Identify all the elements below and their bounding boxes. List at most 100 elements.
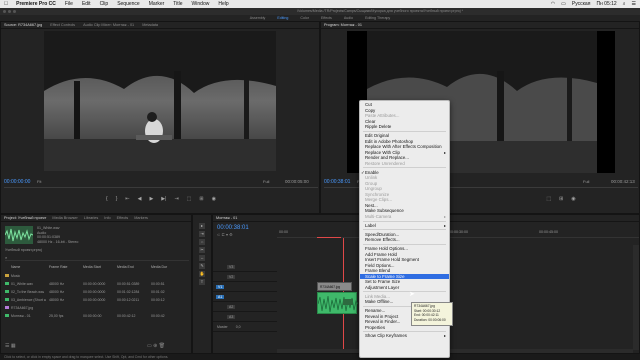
pen-tool-icon[interactable]: ✎ [199,263,205,269]
extract-icon[interactable]: ⊞ [559,196,563,202]
timeline-timecode[interactable]: 00:00:38:01 [217,225,249,231]
source-scrubber[interactable] [4,187,318,188]
program-timecode[interactable]: 00:00:38:01 [324,179,350,185]
project-row[interactable]: 01_White.wav 48000 Hz 00:00:00:0000 00:00:5… [3,280,191,288]
menu-title[interactable]: Title [173,1,182,7]
menu-sequence[interactable]: Sequence [117,1,140,7]
menu-file[interactable]: File [65,1,73,7]
battery-icon[interactable]: ▭ [561,1,566,7]
mark-in-icon[interactable]: { [106,196,108,202]
track-header-v2[interactable]: V2 [213,272,277,282]
track-header-a2[interactable]: A2 [213,302,277,312]
clock[interactable]: Пн 05:12 [596,1,616,7]
overwrite-icon[interactable]: ⊞ [199,196,203,202]
menu-item-label: Reveal in Project [365,313,399,319]
tab-info[interactable]: Info [104,215,110,221]
track-header-a1[interactable]: A1 [213,292,277,302]
linked-icon[interactable]: ⊏ [221,232,224,237]
mark-out-icon[interactable]: } [116,196,118,202]
apple-icon[interactable]:  [4,1,8,7]
program-zoom-select[interactable]: Full [583,179,589,184]
menu-marker[interactable]: Marker [149,1,165,7]
list-view-icon[interactable]: ☰ [5,343,9,349]
project-row[interactable]: 03_Ambience (Short w 48000 Hz 00:00:00:000… [3,296,191,304]
project-row[interactable]: 02_To the Beach.wav 48000 Hz 00:00:00:0000… [3,288,191,296]
menu-help[interactable]: Help [218,1,228,7]
step-forward-icon[interactable]: ▶| [161,196,166,202]
timeline-vertical-scrollbar[interactable] [633,245,639,350]
razor-tool-icon[interactable]: ✂ [199,247,205,253]
col-frame-rate[interactable]: Frame Rate [49,263,83,271]
source-fit-select[interactable]: Fit [37,179,41,184]
tab-metadata[interactable]: Metadata [142,22,158,28]
source-zoom-select[interactable]: Full [263,179,269,184]
col-name[interactable]: Name [3,263,49,271]
list-icon[interactable]: ☰ [632,1,636,7]
go-to-out-icon[interactable]: ⇥ [174,196,178,202]
source-video-frame[interactable] [44,31,276,171]
icon-view-icon[interactable]: ▦ [11,343,16,349]
slip-tool-icon[interactable]: ↔ [199,255,205,261]
zoom-window-button[interactable] [13,10,16,13]
type-tool-icon[interactable]: T [199,279,205,285]
wifi-icon[interactable]: ◠ [551,1,555,7]
search-icon[interactable]: ⌕ [623,1,626,7]
video-clip[interactable]: R734A667.jpg [317,282,352,291]
project-search-input[interactable]: ⌕ [5,255,189,261]
track-header-v3[interactable]: V3 [213,262,277,272]
tab-libraries[interactable]: Libraries [84,215,99,221]
tab-audio-clip-mixer[interactable]: Audio Clip Mixer: Монтаж - 01 [83,22,134,28]
snap-icon[interactable]: ⊂ [217,232,220,237]
tab-project[interactable]: Project: Учебный проект [4,215,46,221]
export-frame-icon[interactable]: ◉ [212,196,216,202]
timeline-horizontal-scrollbar[interactable] [277,349,633,353]
col-media-start[interactable]: Media Start [83,263,117,271]
tab-effects[interactable]: Effects [117,215,129,221]
track-header-master[interactable]: Master 0,0 [213,322,277,332]
add-marker-icon[interactable]: ▾ [226,232,228,237]
wrench-icon[interactable]: ⚙ [229,232,233,237]
track-header-v1[interactable]: V1 [213,282,277,292]
source-timecode[interactable]: 00:00:00:00 [4,179,30,185]
tab-markers[interactable]: Markers [134,215,148,221]
menu-edit[interactable]: Edit [82,1,91,7]
new-item-icon[interactable]: ⊕ [153,343,157,349]
program-export-frame-icon[interactable]: ◉ [571,196,575,202]
menu-item-show-clip-keyframes[interactable]: Show Clip Keyframes ▸ [360,333,449,339]
step-back-icon[interactable]: ◀ [138,196,142,202]
lift-icon[interactable]: ⬚ [546,196,551,202]
tab-media-browser[interactable]: Media Browser [52,215,77,221]
minimize-window-button[interactable] [8,10,11,13]
audio-clip-fx[interactable] [343,299,353,305]
col-media-duration[interactable]: Media Dur [151,263,185,271]
master-volume[interactable]: 0,0 [236,325,241,329]
project-row[interactable]: Music [3,272,191,280]
col-media-end[interactable]: Media End [117,263,151,271]
input-language[interactable]: Русская [572,1,591,7]
tab-effect-controls[interactable]: Effect Controls [50,22,75,28]
menu-item-label[interactable]: Label ▸ [360,223,449,229]
project-row-end [117,272,151,280]
menu-window[interactable]: Window [192,1,210,7]
tab-source[interactable]: Source: R734A667.jpg [4,22,42,28]
menu-item-adjustment-layer[interactable]: Adjustment Layer [360,285,449,291]
menu-item-ripple-delete[interactable]: Ripple Delete [360,124,449,130]
track-header-a3[interactable]: A3 [213,312,277,322]
menu-item-remove-effects[interactable]: Remove Effects... [360,237,449,243]
menu-clip[interactable]: Clip [100,1,109,7]
selection-tool-icon[interactable]: ▸ [199,223,205,229]
project-row[interactable]: Монтаж - 01 25,00 fps 00:00:00:00 00:00:42:… [3,312,191,320]
tab-program[interactable]: Program: Монтаж - 01 [324,22,362,28]
hand-tool-icon[interactable]: ✋ [199,271,205,277]
project-row[interactable]: R734A667.jpg [3,304,191,312]
insert-icon[interactable]: ⬚ [187,196,192,202]
play-icon[interactable]: ▶ [149,196,153,202]
menu-app-name[interactable]: Premiere Pro CC [16,1,56,7]
track-select-tool-icon[interactable]: ⇥ [199,231,205,237]
ripple-edit-tool-icon[interactable]: ⇔ [199,239,205,245]
go-to-in-icon[interactable]: ⇤ [125,196,129,202]
trash-icon[interactable]: 🗑 [159,343,165,349]
new-bin-icon[interactable]: ▭ [147,343,152,349]
tab-sequence[interactable]: Монтаж - 01 [216,215,237,221]
close-window-button[interactable] [3,10,6,13]
